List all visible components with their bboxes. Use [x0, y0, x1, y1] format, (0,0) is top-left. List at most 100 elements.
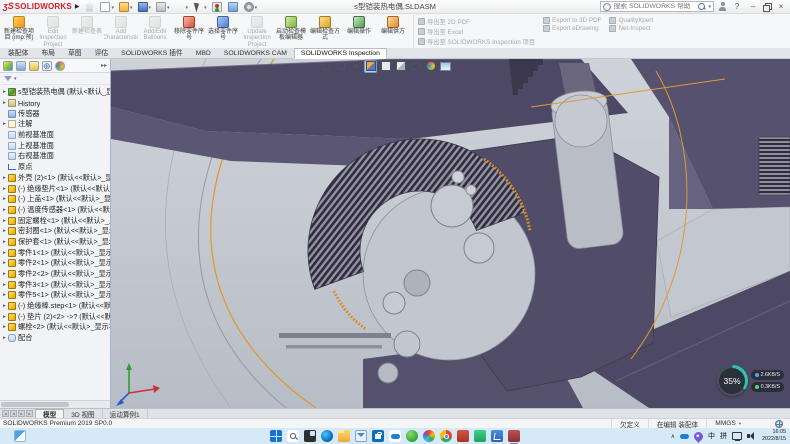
ribbon-button[interactable]: 编辑供方: [376, 15, 410, 48]
display-cast-icon[interactable]: [732, 432, 742, 440]
export-menu-item[interactable]: Net-Inspect: [609, 25, 653, 32]
ribbon-button[interactable]: Edit Inspection Project: [36, 15, 70, 48]
taskbar-app-icon[interactable]: [457, 430, 469, 442]
sign-in-user-icon[interactable]: [718, 2, 727, 11]
tree-row[interactable]: 传感器: [1, 108, 110, 119]
ribbon-button[interactable]: Update Inspection Project: [240, 15, 274, 48]
taskbar-app-icon[interactable]: [287, 430, 299, 442]
tree-row[interactable]: (-) 垫片 (2)<2> ->? (默认<<默认: [1, 311, 110, 322]
command-manager-tab[interactable]: SOLIDWORKS 插件: [115, 46, 189, 58]
solidworks-logo[interactable]: ʒS SOLIDWORKS: [3, 2, 72, 11]
model-view-tab[interactable]: 3D 视图: [64, 409, 102, 418]
ribbon-button[interactable]: 启动检查模板编辑器: [274, 15, 308, 48]
tree-row[interactable]: 零件5<1> (默认<<默认>_显示状: [1, 290, 110, 301]
tree-filter-row[interactable]: ▾: [0, 73, 110, 85]
taskbar-app-icon[interactable]: [423, 430, 435, 442]
tree-row[interactable]: 上视基准面: [1, 140, 110, 151]
model-3d-render[interactable]: [111, 59, 790, 408]
quick-access-button[interactable]: [99, 2, 115, 12]
tree-row[interactable]: (-) 上盖<1> (默认<<默认>_显示状: [1, 194, 110, 205]
taskbar-app-icon[interactable]: [406, 430, 418, 442]
ribbon-button[interactable]: 编辑操作: [342, 15, 376, 48]
expand-arrow-icon[interactable]: [1, 324, 8, 330]
expand-arrow-icon[interactable]: [1, 303, 8, 309]
network-speed-widget[interactable]: 35% 2.6KB/S 0.3KB/S: [717, 365, 784, 396]
expand-arrow-icon[interactable]: [1, 121, 8, 127]
heads-up-icon[interactable]: [349, 60, 362, 73]
taskbar-app-icon[interactable]: [491, 430, 503, 442]
command-manager-tab[interactable]: 草图: [62, 46, 88, 58]
tree-row[interactable]: 零件1<1> (默认<<默认>_显示状: [1, 247, 110, 258]
expand-arrow-icon[interactable]: [1, 218, 8, 224]
tab-scroll-first-icon[interactable]: ◂: [2, 410, 9, 417]
status-segment[interactable]: 欠定义: [611, 419, 648, 428]
expand-arrow-icon[interactable]: [1, 207, 8, 213]
expand-arrow-icon[interactable]: [1, 250, 8, 256]
heads-up-icon[interactable]: [394, 60, 407, 73]
export-menu-item[interactable]: QualityXpert: [609, 17, 653, 24]
tree-root-row[interactable]: s型铠装热电偶 (默认<默认_显示状态-1: [1, 87, 110, 98]
heads-up-icon[interactable]: [334, 60, 347, 73]
ime-pinyin-indicator[interactable]: 拼: [720, 431, 727, 441]
expand-arrow-icon[interactable]: [1, 175, 8, 181]
expand-arrow-icon[interactable]: [1, 271, 8, 277]
tree-row[interactable]: 固定螺栓<1> (默认<<默认>_显示: [1, 215, 110, 226]
restore-button[interactable]: [763, 3, 771, 11]
quick-access-button[interactable]: [211, 2, 224, 12]
tree-row[interactable]: 外壳 (2)<1> (默认<<默认>_显示状: [1, 173, 110, 184]
heads-up-icon[interactable]: [424, 60, 437, 73]
expand-arrow-icon[interactable]: [1, 292, 8, 298]
tab-scroll-last-icon[interactable]: ▸: [26, 410, 33, 417]
tab-scroll-next-icon[interactable]: ▸: [18, 410, 25, 417]
heads-up-icon[interactable]: [364, 60, 377, 73]
search-icon[interactable]: [697, 2, 706, 11]
hidden-icons-chevron[interactable]: ∧: [671, 433, 675, 440]
widgets-icon[interactable]: [14, 430, 26, 442]
ribbon-button[interactable]: 新建检查项目 (imp:预): [2, 15, 36, 48]
taskbar-app-icon[interactable]: [372, 430, 384, 442]
command-manager-tab[interactable]: 装配体: [2, 46, 34, 58]
quick-access-button[interactable]: [192, 2, 208, 12]
taskbar-app-icon[interactable]: [440, 430, 452, 442]
search-options-caret[interactable]: ▾: [708, 4, 711, 10]
ribbon-button[interactable]: 选择零件序号: [206, 15, 240, 48]
ribbon-button[interactable]: 编辑检查方式: [308, 15, 342, 48]
tab-scroll-prev-icon[interactable]: ◂: [10, 410, 17, 417]
expand-arrow-icon[interactable]: [1, 228, 8, 234]
tree-row[interactable]: 零件2<2> (默认<<默认>_显示状: [1, 269, 110, 280]
propertymanager-tab[interactable]: [16, 61, 26, 71]
command-manager-tab[interactable]: 布局: [35, 46, 61, 58]
heads-up-icon[interactable]: [409, 60, 422, 73]
tree-row[interactable]: 零件2<1> (默认<<默认>_显示状: [1, 258, 110, 269]
tree-row[interactable]: 保护套<1> (默认<<默认>_显示状: [1, 237, 110, 248]
ribbon-button[interactable]: 移除零件序号: [172, 15, 206, 48]
expand-arrow-icon[interactable]: [1, 314, 8, 320]
close-button[interactable]: ×: [775, 1, 787, 13]
onedrive-tray-icon[interactable]: [680, 432, 689, 441]
tree-row[interactable]: 原点: [1, 162, 110, 173]
taskbar-app-icon[interactable]: [474, 430, 486, 442]
heads-up-icon[interactable]: [379, 60, 392, 73]
command-manager-tab[interactable]: 评估: [89, 46, 115, 58]
taskbar-app-icon[interactable]: [508, 430, 520, 442]
tree-row[interactable]: 注解: [1, 119, 110, 130]
export-menu-item[interactable]: 导出至 Excel: [418, 27, 535, 36]
heads-up-icon[interactable]: [439, 60, 452, 73]
model-view-tab[interactable]: 运动算例1: [103, 409, 148, 418]
location-tray-icon[interactable]: [692, 430, 705, 443]
expand-arrow-icon[interactable]: [1, 260, 8, 266]
ime-mode-indicator[interactable]: 中: [708, 431, 715, 441]
expand-arrow-icon[interactable]: [1, 89, 8, 95]
expand-arrow-icon[interactable]: [1, 282, 8, 288]
search-scope-icon[interactable]: [603, 3, 611, 11]
tree-row[interactable]: (-) 绝缘垫片<1> (默认<<默认>_显: [1, 183, 110, 194]
tree-row[interactable]: 前视基准面: [1, 130, 110, 141]
ribbon-button[interactable]: 新建检查表: [70, 15, 104, 48]
expand-arrow-icon[interactable]: [1, 100, 8, 106]
tree-row[interactable]: (-) 绝缘棒.step<1> (默认<<默认: [1, 301, 110, 312]
tree-row[interactable]: 零件3<1> (默认<<默认>_显示状: [1, 279, 110, 290]
displaymanager-tab[interactable]: [55, 61, 65, 71]
taskbar-app-icon[interactable]: [321, 430, 333, 442]
tree-row[interactable]: History: [1, 98, 110, 109]
quick-access-button[interactable]: [227, 2, 240, 12]
